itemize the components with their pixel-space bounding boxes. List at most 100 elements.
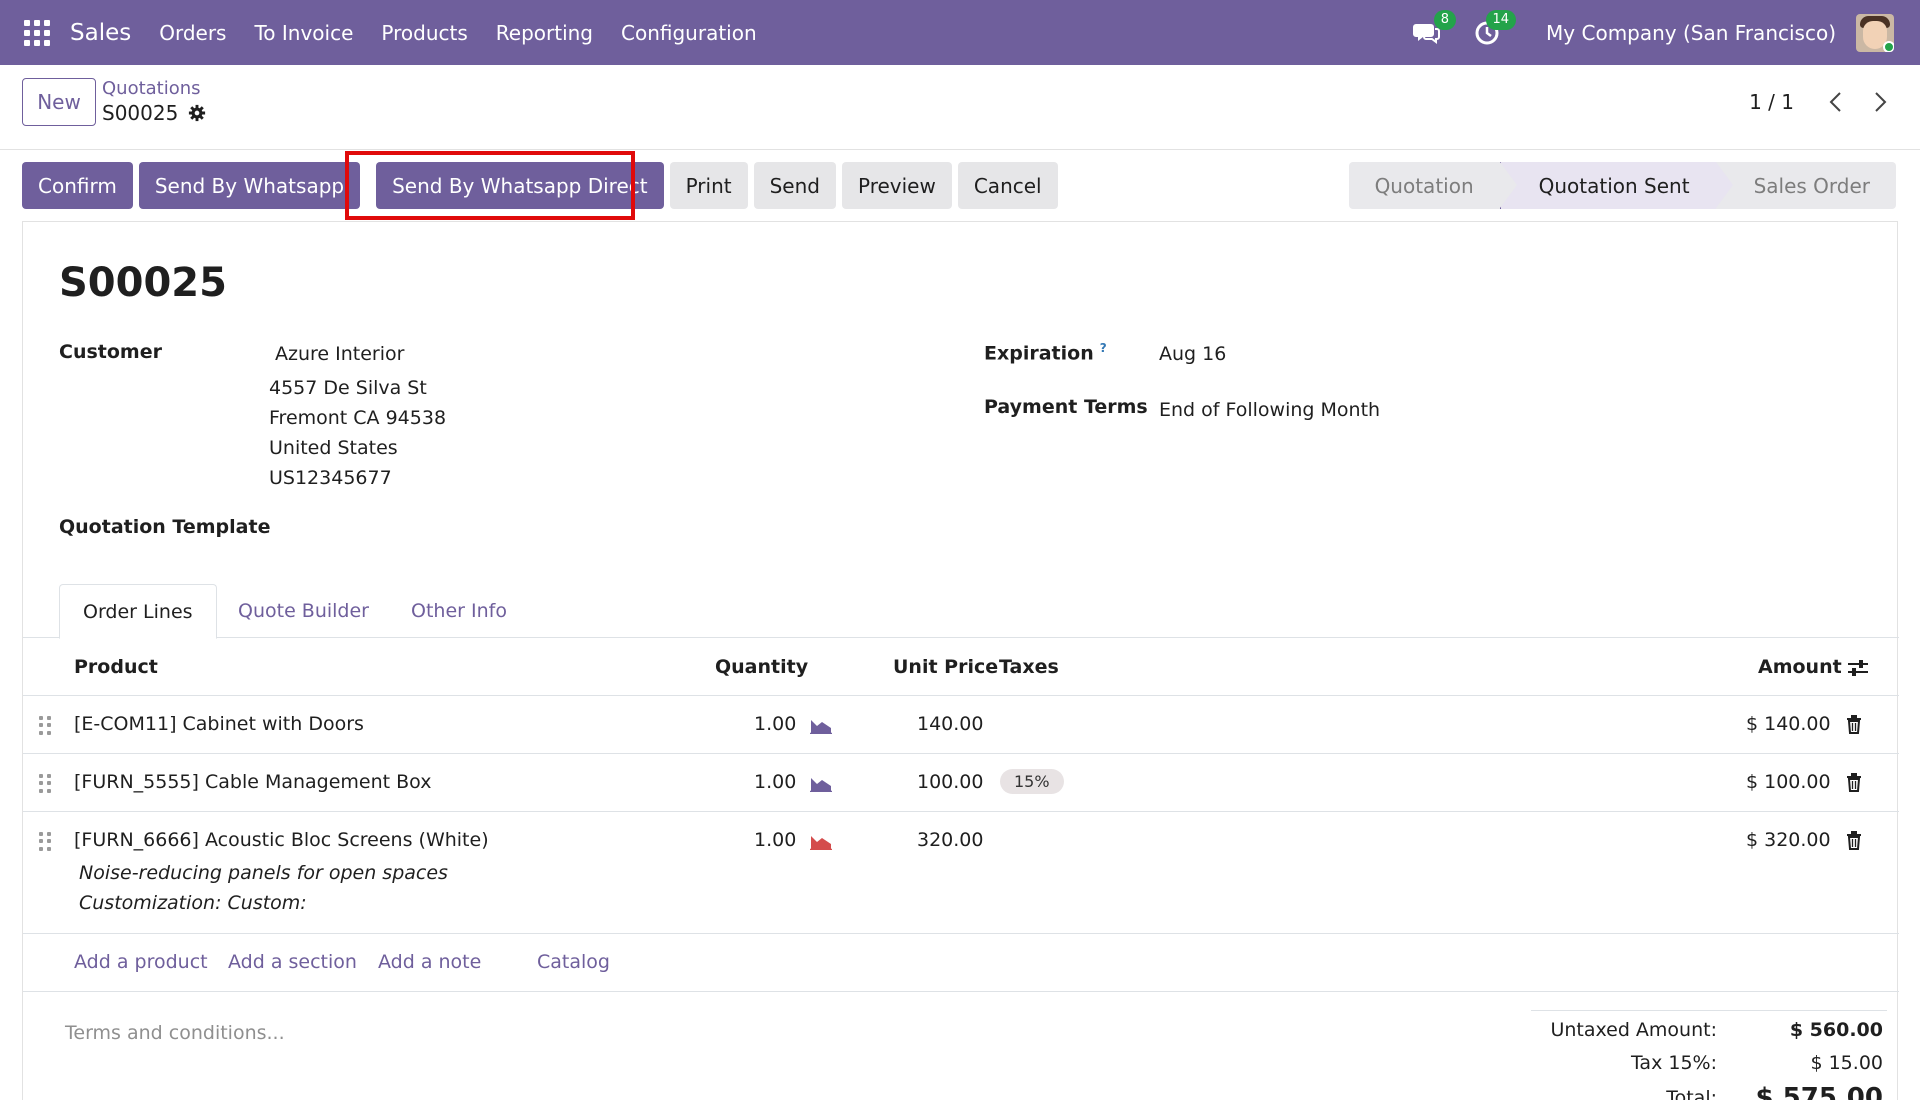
tax-value: $ 15.00 xyxy=(1810,1052,1883,1074)
status-bar: Quotation Quotation Sent Sales Order xyxy=(1348,162,1896,209)
forecast-chart-icon[interactable] xyxy=(810,774,832,792)
payment-terms-label: Payment Terms xyxy=(984,396,1148,418)
notebook-tabs: Order Lines Quote Builder Other Info xyxy=(23,584,1899,639)
drag-handle-icon[interactable] xyxy=(39,774,51,794)
expiration-label: Expiration? xyxy=(984,341,1107,365)
tax-label: Tax 15%: xyxy=(1630,1052,1717,1074)
new-button[interactable]: New xyxy=(22,78,96,126)
total-value: $ 575.00 xyxy=(1755,1083,1883,1100)
print-button[interactable]: Print xyxy=(669,162,748,209)
send-button[interactable]: Send xyxy=(753,162,836,209)
amount-cell: $ 320.00 xyxy=(1746,829,1831,851)
trash-icon[interactable] xyxy=(1846,715,1862,734)
column-amount[interactable]: Amount xyxy=(1758,656,1842,678)
help-tooltip-icon[interactable]: ? xyxy=(1100,341,1107,355)
messages-button[interactable]: 8 xyxy=(1410,9,1457,50)
quantity-cell[interactable]: 1.00 xyxy=(754,829,796,851)
amount-cell: $ 100.00 xyxy=(1746,771,1831,793)
product-description: Noise-reducing panels for open spaces xyxy=(79,862,448,884)
menu-configuration[interactable]: Configuration xyxy=(621,21,757,45)
column-unit-price[interactable]: Unit Price xyxy=(893,656,998,678)
send-by-whatsapp-button[interactable]: Send By Whatsapp xyxy=(138,162,361,209)
product-cell[interactable]: [E-COM11] Cabinet with Doors xyxy=(74,713,364,735)
tab-order-lines[interactable]: Order Lines xyxy=(59,584,217,639)
optional-columns-icon[interactable] xyxy=(1847,658,1869,678)
navbar-systray: 8 14 My Company (San Francisco) xyxy=(1410,0,1920,65)
gear-icon[interactable] xyxy=(188,104,206,122)
menu-to-invoice[interactable]: To Invoice xyxy=(254,21,353,45)
highlight-box xyxy=(345,151,635,220)
online-status-dot xyxy=(1883,40,1894,52)
menu-orders[interactable]: Orders xyxy=(159,21,226,45)
app-brand[interactable]: Sales xyxy=(70,20,131,46)
menu-products[interactable]: Products xyxy=(381,21,467,45)
stage-sales-order[interactable]: Sales Order xyxy=(1715,162,1896,209)
expiration-field[interactable]: Aug 16 xyxy=(1159,343,1226,365)
column-taxes[interactable]: Taxes xyxy=(999,656,1059,678)
product-cell[interactable]: [FURN_5555] Cable Management Box xyxy=(74,771,431,793)
forecast-chart-icon[interactable] xyxy=(810,832,832,850)
totals-divider xyxy=(1531,1010,1887,1011)
activities-count-badge: 14 xyxy=(1485,9,1517,30)
cancel-button[interactable]: Cancel xyxy=(957,162,1058,209)
activities-button[interactable]: 14 xyxy=(1470,9,1517,50)
unit-price-cell[interactable]: 320.00 xyxy=(917,829,983,851)
record-title: S00025 xyxy=(59,260,227,306)
untaxed-amount-value: $ 560.00 xyxy=(1789,1019,1883,1041)
unit-price-cell[interactable]: 140.00 xyxy=(917,713,983,735)
pager-previous-button[interactable] xyxy=(1820,87,1850,117)
stage-quotation-sent[interactable]: Quotation Sent xyxy=(1499,162,1733,209)
preview-button[interactable]: Preview xyxy=(841,162,952,209)
product-cell[interactable]: [FURN_6666] Acoustic Bloc Screens (White… xyxy=(74,829,489,851)
trash-icon[interactable] xyxy=(1846,831,1862,850)
customer-address-line: 4557 De Silva St xyxy=(269,377,427,399)
company-switcher[interactable]: My Company (San Francisco) xyxy=(1546,21,1836,45)
tax-badge[interactable]: 15% xyxy=(1000,769,1064,794)
chevron-right-icon xyxy=(1875,92,1887,112)
quantity-cell[interactable]: 1.00 xyxy=(754,771,796,793)
untaxed-amount-label: Untaxed Amount: xyxy=(1550,1019,1717,1041)
customer-address-line: United States xyxy=(269,437,398,459)
user-avatar[interactable] xyxy=(1856,13,1894,52)
tab-quote-builder[interactable]: Quote Builder xyxy=(215,584,392,638)
table-row[interactable]: [E-COM11] Cabinet with Doors 1.00 140.00… xyxy=(23,696,1899,754)
trash-icon[interactable] xyxy=(1846,773,1862,792)
pager-next-button[interactable] xyxy=(1866,87,1896,117)
tab-other-info[interactable]: Other Info xyxy=(388,584,530,638)
catalog-link[interactable]: Catalog xyxy=(537,951,610,973)
drag-handle-icon[interactable] xyxy=(39,716,51,736)
amount-cell: $ 140.00 xyxy=(1746,713,1831,735)
chevron-left-icon xyxy=(1829,92,1841,112)
add-product-link[interactable]: Add a product xyxy=(74,951,208,973)
breadcrumb-current: S00025 xyxy=(102,101,206,125)
payment-terms-field[interactable]: End of Following Month xyxy=(1159,399,1380,421)
customer-label: Customer xyxy=(59,341,162,363)
messages-count-badge: 8 xyxy=(1433,9,1457,30)
table-row[interactable]: [FURN_5555] Cable Management Box 1.00 10… xyxy=(23,754,1899,812)
drag-handle-icon[interactable] xyxy=(39,832,51,852)
customer-address-line: Fremont CA 94538 xyxy=(269,407,447,429)
order-lines-header: Product Quantity Unit Price Taxes Amount xyxy=(23,638,1899,696)
pager-value[interactable]: 1 / 1 xyxy=(1749,90,1794,114)
quotation-template-label: Quotation Template xyxy=(59,516,271,538)
add-section-link[interactable]: Add a section xyxy=(228,951,357,973)
quantity-cell[interactable]: 1.00 xyxy=(754,713,796,735)
table-row[interactable]: [FURN_6666] Acoustic Bloc Screens (White… xyxy=(23,812,1899,934)
column-product[interactable]: Product xyxy=(74,656,158,678)
breadcrumb-quotations[interactable]: Quotations xyxy=(102,78,201,99)
forecast-chart-icon[interactable] xyxy=(810,716,832,734)
control-panel: New Quotations S00025 1 / 1 xyxy=(0,65,1920,150)
menu-reporting[interactable]: Reporting xyxy=(496,21,593,45)
confirm-button[interactable]: Confirm xyxy=(22,162,133,209)
form-sheet: S00025 Customer Azure Interior 4557 De S… xyxy=(22,221,1899,1100)
product-customization: Customization: Custom: xyxy=(79,892,307,914)
stage-quotation[interactable]: Quotation xyxy=(1348,162,1517,209)
customer-field[interactable]: Azure Interior xyxy=(275,343,404,365)
record-name: S00025 xyxy=(102,101,179,125)
top-navbar: Sales Orders To Invoice Products Reporti… xyxy=(0,0,1920,65)
terms-conditions-field[interactable]: Terms and conditions... xyxy=(65,1022,285,1044)
column-quantity[interactable]: Quantity xyxy=(715,656,808,678)
unit-price-cell[interactable]: 100.00 xyxy=(917,771,983,793)
app-grid-icon[interactable] xyxy=(24,19,50,46)
add-note-link[interactable]: Add a note xyxy=(378,951,481,973)
